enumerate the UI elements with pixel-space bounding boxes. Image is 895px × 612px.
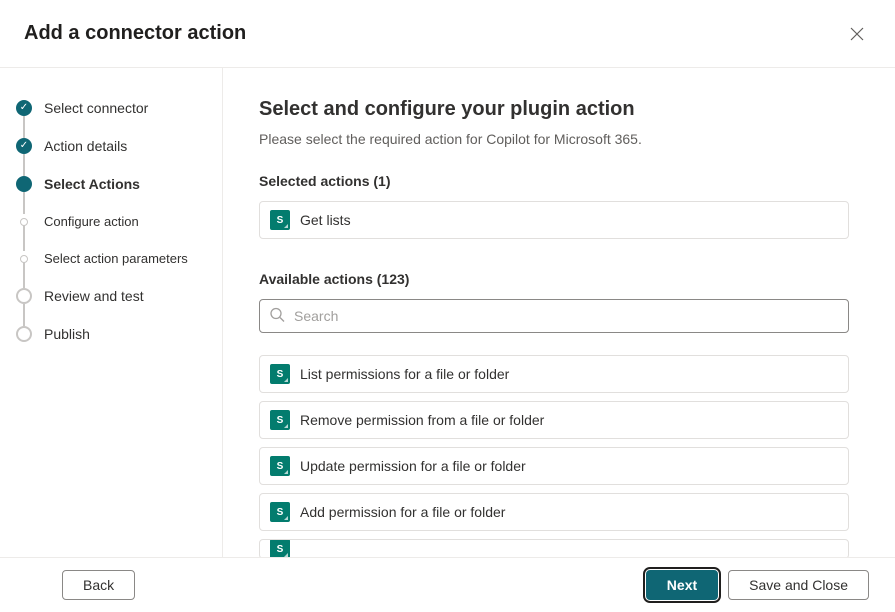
sharepoint-icon: S: [270, 502, 290, 522]
action-item-selected-0[interactable]: S Get lists: [259, 201, 849, 239]
sharepoint-icon: S: [270, 456, 290, 476]
action-item-available-3[interactable]: S Add permission for a file or folder: [259, 493, 849, 531]
sharepoint-icon: S: [270, 539, 290, 559]
step-indicator-icon: [16, 326, 32, 342]
step-label: Select action parameters: [44, 251, 188, 266]
page-subtext: Please select the required action for Co…: [259, 131, 849, 147]
wizard-step[interactable]: Publish: [16, 326, 222, 364]
sharepoint-icon: S: [270, 210, 290, 230]
main-panel: Select and configure your plugin action …: [223, 68, 895, 563]
action-label: Remove permission from a file or folder: [300, 412, 544, 428]
dialog-footer: Back Next Save and Close: [0, 557, 895, 612]
close-button[interactable]: [845, 22, 869, 49]
wizard-step[interactable]: Select Actions: [16, 176, 222, 214]
step-label: Select connector: [44, 100, 148, 116]
wizard-steps-sidebar: ✓ Select connector ✓ Action details Select A…: [0, 68, 223, 563]
dialog-title: Add a connector action: [24, 22, 246, 45]
back-button[interactable]: Back: [62, 570, 135, 600]
wizard-step[interactable]: Select action parameters: [16, 251, 222, 288]
save-close-button[interactable]: Save and Close: [728, 570, 869, 600]
wizard-step[interactable]: Configure action: [16, 214, 222, 251]
wizard-step[interactable]: ✓ Action details: [16, 138, 222, 176]
available-actions-label: Available actions (123): [259, 271, 849, 287]
action-item-cutoff[interactable]: S: [259, 539, 849, 559]
page-heading: Select and configure your plugin action: [259, 98, 849, 121]
step-indicator-icon: [20, 218, 28, 226]
step-label: Review and test: [44, 288, 144, 304]
step-indicator-icon: [16, 176, 32, 192]
action-item-available-2[interactable]: S Update permission for a file or folder: [259, 447, 849, 485]
action-item-available-1[interactable]: S Remove permission from a file or folder: [259, 401, 849, 439]
search-input[interactable]: [259, 299, 849, 333]
sharepoint-icon: S: [270, 364, 290, 384]
step-indicator-icon: ✓: [16, 138, 32, 154]
wizard-step[interactable]: Review and test: [16, 288, 222, 326]
action-item-available-0[interactable]: S List permissions for a file or folder: [259, 355, 849, 393]
action-label: Get lists: [300, 212, 351, 228]
step-indicator-icon: [20, 255, 28, 263]
close-icon: [849, 26, 865, 42]
selected-actions-label: Selected actions (1): [259, 173, 849, 189]
sharepoint-icon: S: [270, 410, 290, 430]
action-label: List permissions for a file or folder: [300, 366, 509, 382]
step-label: Publish: [44, 326, 90, 342]
step-label: Action details: [44, 138, 127, 154]
step-indicator-icon: ✓: [16, 100, 32, 116]
search-icon: [269, 307, 285, 326]
step-label: Select Actions: [44, 176, 140, 192]
wizard-step[interactable]: ✓ Select connector: [16, 100, 222, 138]
step-indicator-icon: [16, 288, 32, 304]
next-button[interactable]: Next: [646, 570, 718, 600]
action-label: Add permission for a file or folder: [300, 504, 505, 520]
step-label: Configure action: [44, 214, 139, 229]
action-label: Update permission for a file or folder: [300, 458, 526, 474]
